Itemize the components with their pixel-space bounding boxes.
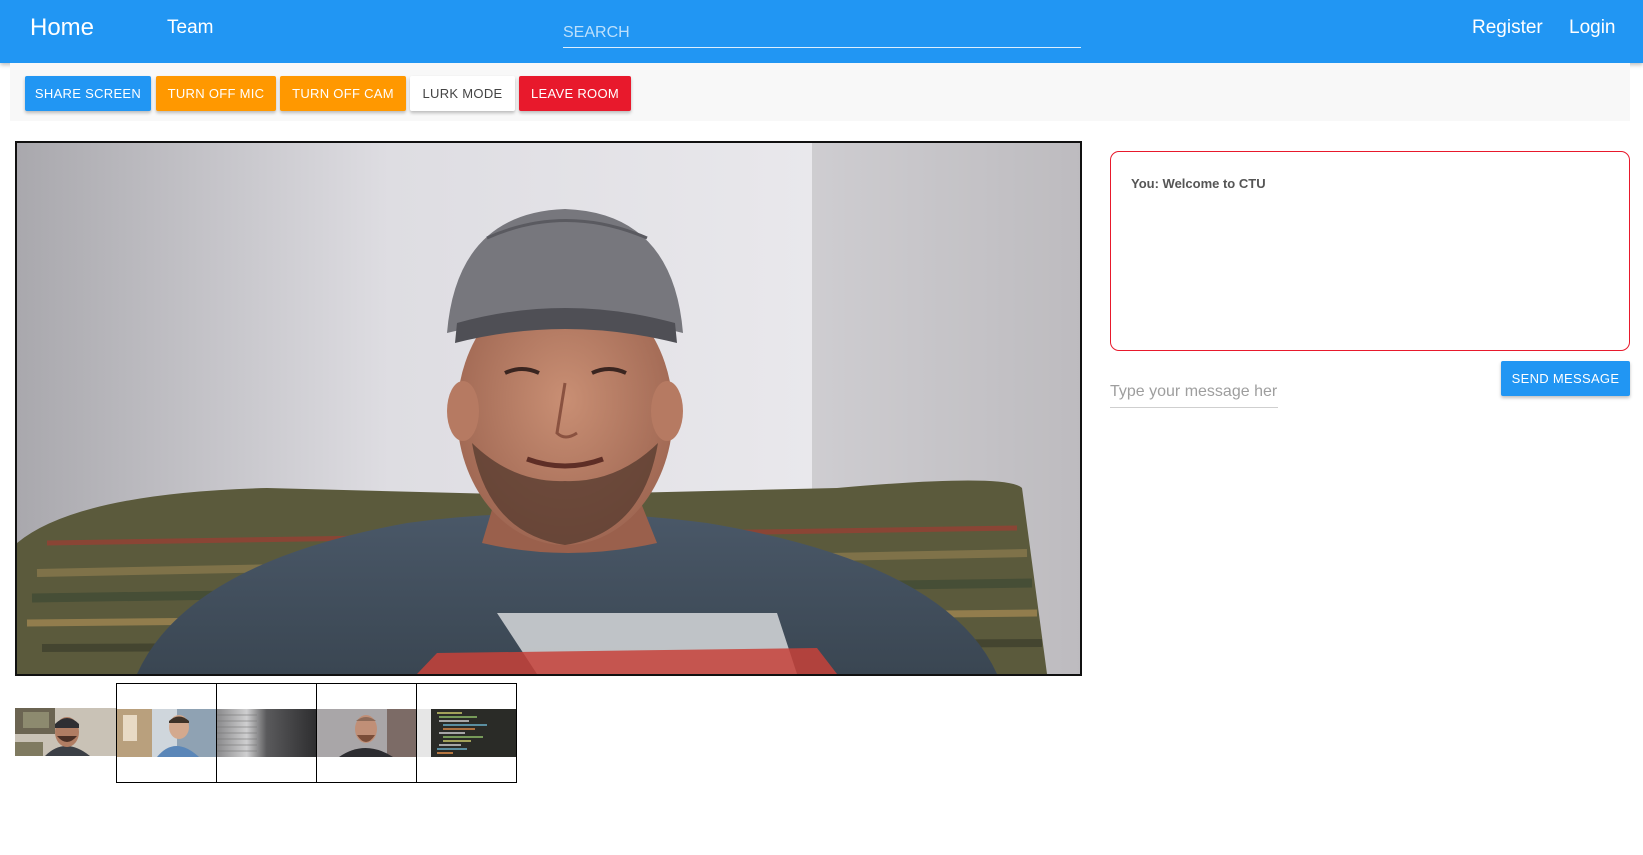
chat-messages-box: You: Welcome to CTU bbox=[1110, 151, 1630, 351]
participant-thumbnail[interactable] bbox=[216, 683, 317, 783]
participant-thumbnail[interactable] bbox=[116, 683, 217, 783]
main-video-frame bbox=[17, 143, 1080, 674]
share-screen-button[interactable]: SHARE SCREEN bbox=[25, 76, 151, 111]
participant-video bbox=[117, 709, 216, 757]
chat-message-input[interactable] bbox=[1110, 376, 1278, 408]
lurk-mode-button[interactable]: LURK MODE bbox=[410, 76, 515, 111]
leave-room-button[interactable]: LEAVE ROOM bbox=[519, 76, 631, 111]
search-input[interactable] bbox=[563, 14, 1081, 48]
participant-thumbnails bbox=[15, 683, 535, 783]
participant-thumbnail[interactable] bbox=[316, 683, 417, 783]
nav-home-link[interactable]: Home bbox=[30, 14, 94, 42]
call-controls-toolbar: SHARE SCREEN TURN OFF MIC TURN OFF CAM L… bbox=[10, 63, 1630, 121]
participant-video bbox=[15, 708, 116, 756]
turn-off-cam-button[interactable]: TURN OFF CAM bbox=[280, 76, 406, 111]
chat-message: You: Welcome to CTU bbox=[1131, 176, 1266, 191]
nav-login-link[interactable]: Login bbox=[1569, 17, 1616, 39]
participant-video bbox=[317, 709, 416, 757]
top-nav: Home Team Register Login bbox=[0, 0, 1643, 63]
participant-video bbox=[217, 709, 316, 757]
nav-register-link[interactable]: Register bbox=[1472, 17, 1543, 39]
main-video-feed[interactable] bbox=[15, 141, 1082, 676]
nav-team-link[interactable]: Team bbox=[167, 17, 213, 39]
screen-share-preview bbox=[417, 709, 516, 757]
send-message-button[interactable]: SEND MESSAGE bbox=[1501, 361, 1630, 396]
turn-off-mic-button[interactable]: TURN OFF MIC bbox=[156, 76, 276, 111]
participant-thumbnail[interactable] bbox=[15, 683, 116, 783]
participant-thumbnail[interactable] bbox=[416, 683, 517, 783]
